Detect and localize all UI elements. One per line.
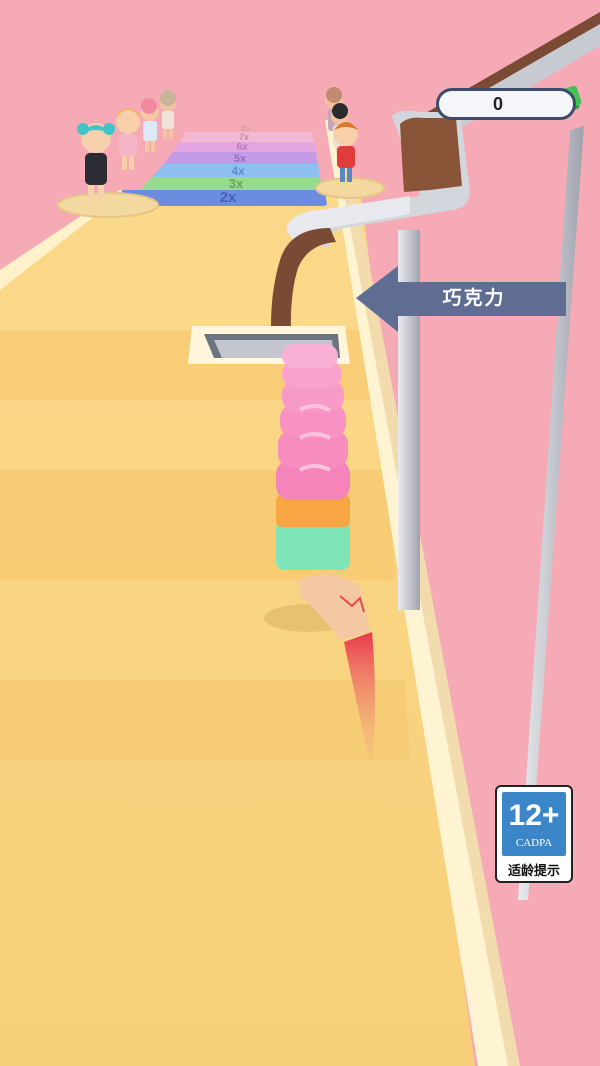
age-rating-badge: 12+ CADPA 适龄提示	[495, 785, 573, 883]
multiplier-label-5x: 5x	[234, 153, 247, 165]
age-rating-value: 12+	[508, 799, 560, 832]
multiplier-label-2x: 2x	[220, 189, 237, 206]
flavor-sign-label: 巧克力	[442, 288, 506, 309]
multiplier-label-7x: 7x	[239, 132, 249, 142]
multiplier-label-8x: 8x	[242, 124, 251, 133]
multiplier-label-3x: 3x	[229, 176, 244, 191]
age-rating-hint: 适龄提示	[507, 863, 560, 878]
multiplier-label-4x: 4x	[231, 164, 245, 178]
money-amount: 0	[492, 94, 503, 114]
money-counter: 0	[436, 88, 576, 120]
ice-cream-stack	[276, 344, 350, 570]
track	[0, 120, 520, 1066]
customer-platform-left	[57, 192, 159, 218]
multiplier-label-6x: 6x	[236, 142, 248, 153]
game-scene: 2x 3x 4x 5x 6x 7x 8x	[0, 12, 600, 1066]
age-rating-org: CADPA	[515, 837, 553, 849]
